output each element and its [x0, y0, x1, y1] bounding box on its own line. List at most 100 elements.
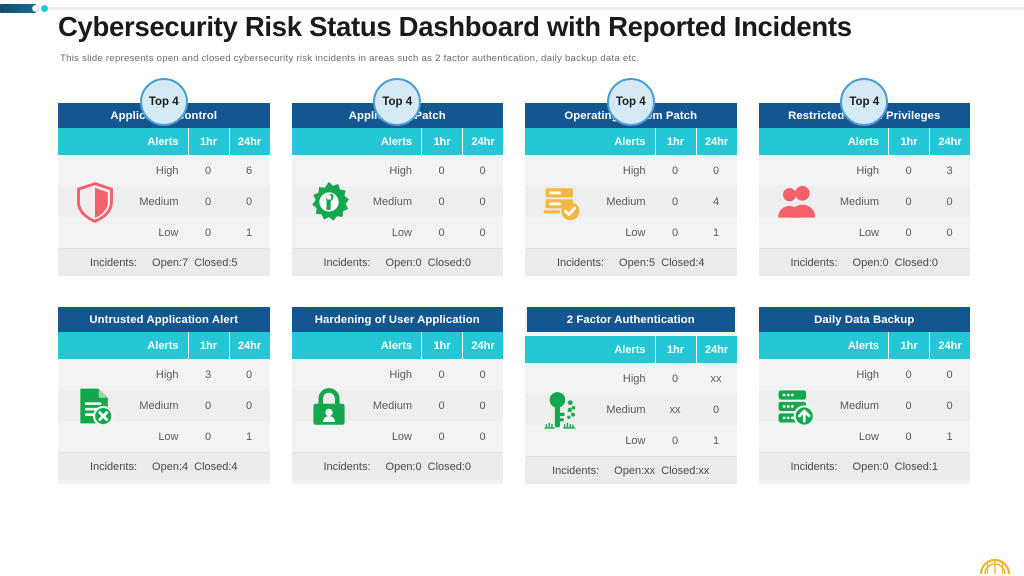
alert-count-1hr: xx: [669, 403, 681, 416]
risk-card[interactable]: Top 4 Application Control Alerts 1hr 24h…: [58, 78, 270, 276]
column-header-1hr: 1hr: [888, 128, 929, 155]
alert-count-24hr: xx: [710, 372, 722, 385]
alert-count-1hr: 0: [204, 399, 212, 412]
corner-logo-icon: [979, 558, 1011, 574]
alert-count-1hr: 0: [905, 164, 912, 177]
column-header-24hr: 24hr: [695, 128, 737, 155]
alert-count-1hr: 0: [905, 226, 912, 239]
top-rank-badge-label: Top 4: [840, 78, 889, 126]
risk-card[interactable]: 2 Factor Authentication Alerts 1hr 24hr: [525, 307, 737, 484]
card-body: High 0 0 Medium 0 4 Low 0 1: [525, 155, 737, 248]
alert-count-1hr: 0: [905, 430, 912, 443]
risk-card[interactable]: Daily Data Backup Alerts 1hr 24hr High 0…: [758, 307, 970, 484]
alert-count-24hr: 0: [245, 368, 253, 381]
decorative-top-bar: [0, 4, 36, 13]
alert-count-1hr: 0: [438, 368, 445, 381]
incidents-label: Incidents:: [556, 256, 605, 269]
incidents-closed: Closed:0: [894, 256, 939, 269]
card-body: High 0 6 Medium 0 0 Low 0 1: [58, 155, 270, 248]
incidents-closed: Closed:4: [661, 256, 705, 269]
alert-count-1hr: 0: [671, 434, 679, 447]
lock-user-icon: [298, 359, 360, 452]
card-body: High 0 0 Medium 0 0 Low 0 0: [291, 155, 503, 248]
risk-card[interactable]: Top 4 Operating System Patch Alerts 1hr …: [525, 78, 737, 276]
incidents-closed: Closed:0: [427, 256, 472, 269]
cards-grid: Top 4 Application Control Alerts 1hr 24h…: [58, 78, 970, 484]
incidents-closed: Closed:0: [427, 460, 472, 473]
document-x-icon: [64, 359, 126, 452]
alert-count-1hr: 0: [671, 164, 679, 177]
alert-count-24hr: 1: [946, 430, 953, 443]
column-header-24hr: 24hr: [695, 336, 737, 363]
alerts-header-row: Alerts 1hr 24hr: [58, 128, 270, 155]
alerts-header-row: Alerts 1hr 24hr: [291, 332, 503, 359]
alert-count-24hr: 6: [245, 164, 253, 177]
cards-row-2: Untrusted Application Alert Alerts 1hr 2…: [58, 307, 970, 484]
alert-count-24hr: 0: [946, 399, 953, 412]
column-header-24hr: 24hr: [462, 332, 503, 359]
alert-count-24hr: 3: [946, 164, 953, 177]
incidents-label: Incidents:: [790, 460, 838, 473]
incidents-open: Open:0: [385, 256, 422, 269]
incidents-footer: Incidents: Open:7 Closed:5: [58, 248, 270, 276]
top-rank-badge: Top 4: [606, 78, 655, 126]
incidents-label: Incidents:: [89, 256, 138, 269]
column-header-24hr: 24hr: [228, 332, 270, 359]
risk-card[interactable]: Untrusted Application Alert Alerts 1hr 2…: [58, 307, 270, 484]
alerts-header-label: Alerts: [147, 135, 179, 148]
risk-card[interactable]: Hardening of User Application Alerts 1hr…: [291, 307, 503, 484]
incidents-label: Incidents:: [323, 460, 371, 473]
incidents-footer: Incidents: Open:5 Closed:4: [525, 248, 737, 276]
incidents-label: Incidents:: [552, 464, 600, 477]
risk-card[interactable]: Top 4 Restricted Admin Privileges Alerts…: [758, 78, 970, 276]
incidents-footer: Incidents: Open:0 Closed:0: [758, 248, 970, 276]
column-header-1hr: 1hr: [421, 332, 462, 359]
column-header-24hr: 24hr: [228, 128, 270, 155]
incidents-footer: Incidents: Open:0 Closed:1: [758, 452, 970, 480]
alert-count-24hr: 0: [479, 430, 486, 443]
alerts-header-label: Alerts: [614, 343, 646, 356]
alert-count-24hr: 0: [479, 195, 486, 208]
alerts-header-label: Alerts: [847, 135, 879, 148]
alert-count-24hr: 0: [245, 399, 253, 412]
incidents-footer: Incidents: Open:0 Closed:0: [291, 248, 503, 276]
alert-count-1hr: 3: [204, 368, 212, 381]
alerts-header-label: Alerts: [147, 339, 179, 352]
card-title: Daily Data Backup: [758, 307, 970, 332]
alert-count-24hr: 0: [479, 226, 486, 239]
alert-count-24hr: 0: [245, 195, 253, 208]
top-rank-badge: Top 4: [840, 78, 889, 126]
alert-count-1hr: 0: [438, 164, 445, 177]
incidents-open: Open:7: [152, 256, 189, 269]
incidents-open: Open:0: [852, 460, 889, 473]
alert-count-24hr: 0: [946, 368, 953, 381]
alerts-header-label: Alerts: [380, 339, 412, 352]
incidents-label: Incidents:: [323, 256, 371, 269]
incidents-closed: Closed:1: [894, 460, 939, 473]
users-icon: [765, 155, 827, 248]
decorative-dot-white: [32, 5, 39, 12]
alerts-header-row: Alerts 1hr 24hr: [291, 128, 503, 155]
alert-count-1hr: 0: [204, 164, 212, 177]
top-rank-badge-label: Top 4: [373, 78, 422, 126]
incidents-closed: Closed:4: [194, 460, 238, 473]
top-rank-badge-label: Top 4: [139, 78, 188, 126]
incidents-open: Open:5: [619, 256, 656, 269]
alert-count-24hr: 0: [946, 226, 953, 239]
document-check-icon: [531, 155, 593, 248]
alert-count-1hr: 0: [438, 195, 445, 208]
alert-count-1hr: 0: [671, 195, 679, 208]
page-subtitle: This slide represents open and closed cy…: [60, 53, 640, 64]
alert-count-1hr: 0: [671, 226, 679, 239]
alerts-header-row: Alerts 1hr 24hr: [525, 336, 737, 363]
shield-icon: [64, 155, 126, 248]
alert-count-24hr: 1: [245, 226, 253, 239]
card-body: High 0 3 Medium 0 0 Low 0 0: [758, 155, 970, 248]
alert-count-24hr: 0: [712, 164, 720, 177]
incidents-open: Open:0: [852, 256, 889, 269]
risk-card[interactable]: Top 4 Application Patch Alerts 1hr 24hr …: [291, 78, 503, 276]
column-header-1hr: 1hr: [187, 128, 229, 155]
column-header-24hr: 24hr: [929, 128, 970, 155]
incidents-footer: Incidents: Open:4 Closed:4: [58, 452, 270, 480]
alert-count-1hr: 0: [438, 399, 445, 412]
